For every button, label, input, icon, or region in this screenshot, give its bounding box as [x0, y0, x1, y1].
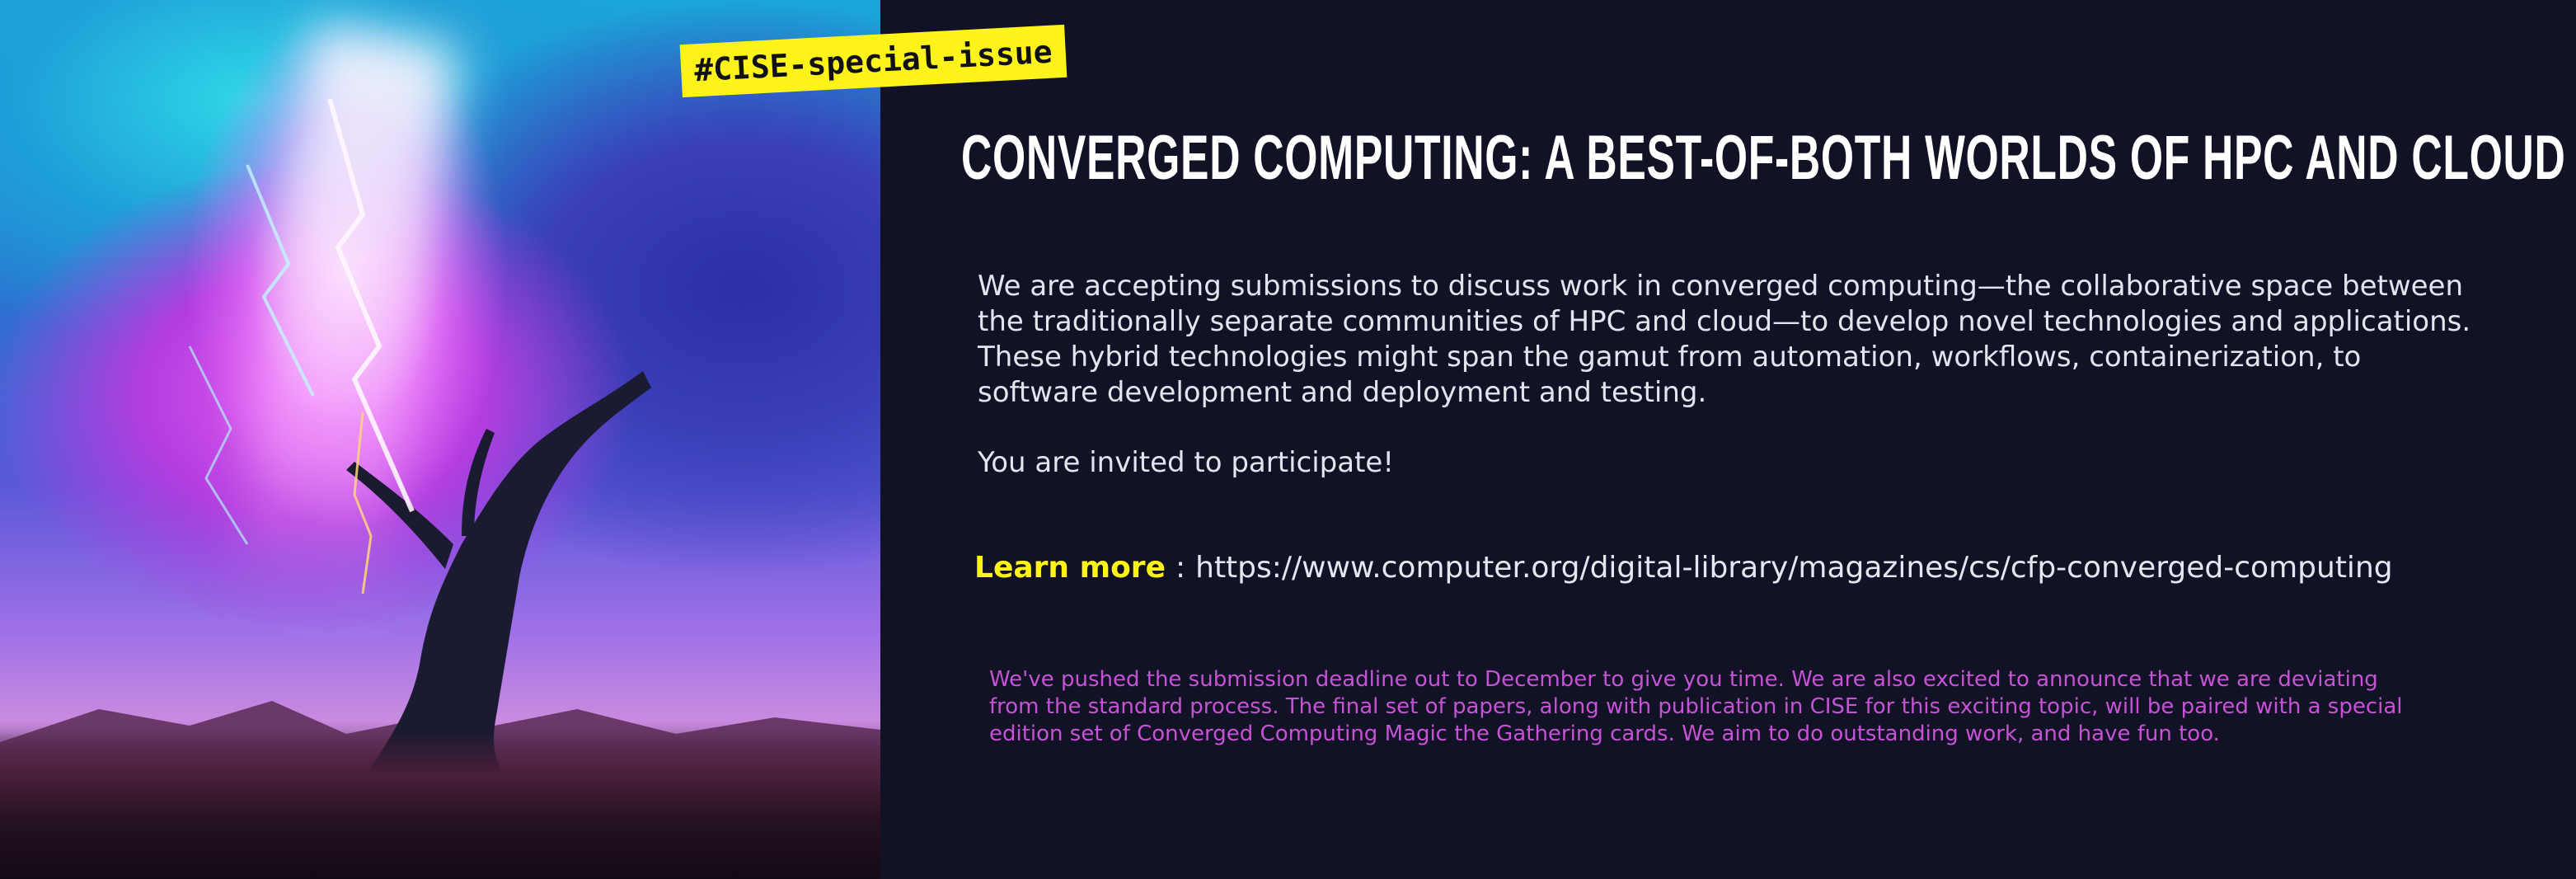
tree-lightning-artwork	[0, 0, 880, 879]
deadline-note: We've pushed the submission deadline out…	[989, 667, 2403, 746]
page-title: CONVERGED COMPUTING: A BEST-OF-BOTH WORL…	[961, 123, 2566, 193]
lightning-bolt	[327, 98, 415, 513]
lightning-bolt	[188, 345, 249, 545]
learn-more-separator: :	[1175, 551, 1186, 585]
learn-more-url[interactable]: https://www.computer.org/digital-library…	[1195, 551, 2392, 585]
lightning-bolt	[353, 411, 373, 595]
invitation-text: You are invited to participate!	[978, 446, 1394, 479]
learn-more-label: Learn more	[974, 551, 1166, 585]
learn-more-row: Learn more: https://www.computer.org/digi…	[974, 551, 2393, 585]
description-paragraph: We are accepting submissions to discuss …	[978, 270, 2471, 409]
lightning-bolt	[246, 164, 315, 397]
ground	[0, 731, 880, 879]
